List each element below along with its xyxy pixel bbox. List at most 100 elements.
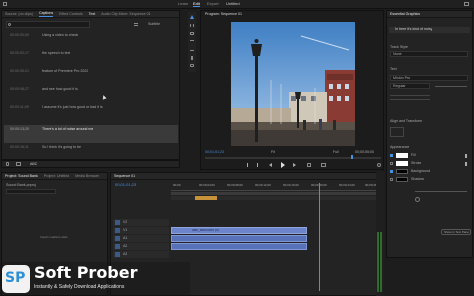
timeline-playhead[interactable] — [319, 183, 320, 291]
project-file-label: Sound Bank.prproj — [6, 183, 36, 187]
subtitle-track-strip[interactable] — [171, 196, 383, 200]
tab-source[interactable]: Source: (no clips) — [5, 12, 33, 16]
mark-in-icon[interactable] — [247, 163, 250, 167]
project-search-input[interactable] — [6, 189, 56, 194]
caption-row[interactable]: 00:00:11;09 I assume it's just how good … — [4, 103, 178, 123]
abc-button[interactable]: ABC — [30, 162, 37, 166]
caption-text[interactable]: I assume it's just how good or bad it is — [42, 105, 103, 109]
align-buttons[interactable] — [390, 95, 430, 100]
background-swatch[interactable] — [396, 169, 408, 174]
eyedropper-icon[interactable] — [465, 162, 467, 166]
watermark-logo-text: SP — [5, 270, 26, 286]
caption-icon[interactable] — [16, 162, 21, 166]
caption-text[interactable]: the speech to text — [42, 51, 70, 55]
timeline-timecode[interactable]: 00;01;01;23 — [115, 182, 136, 187]
tab-captions[interactable]: Captions — [38, 11, 54, 17]
tab-effect-controls[interactable]: Effect Controls — [59, 12, 83, 16]
caption-row[interactable]: 00:00:08;27 and see how good it is — [4, 85, 178, 103]
caption-text[interactable]: Using a video to check — [42, 33, 78, 37]
caption-row[interactable]: 00:00:02;17 the speech to text — [4, 49, 178, 67]
layer-row[interactable]: In here it's kind of noisy — [389, 27, 470, 33]
track-style-select[interactable]: None — [390, 51, 468, 57]
track-header-a1[interactable]: A1 — [113, 235, 169, 242]
lift-icon[interactable] — [307, 163, 311, 167]
caption-text[interactable]: So I think it's going to be — [42, 145, 81, 149]
caption-row[interactable]: 00:00:16;11 So I think it's going to be — [4, 143, 178, 159]
program-monitor-tab[interactable]: Program: Sequence 01 — [205, 12, 242, 16]
caption-text[interactable]: There's a lot of noise around me — [42, 127, 93, 131]
step-forward-icon[interactable] — [293, 163, 296, 167]
toggle-track-output-icon[interactable] — [115, 220, 120, 225]
angle-dial[interactable] — [415, 197, 420, 202]
quality-dropdown[interactable]: Full — [333, 150, 339, 154]
toggle-track-output-icon[interactable] — [115, 252, 120, 257]
shadow-swatch[interactable] — [396, 177, 408, 182]
background-checkbox[interactable] — [390, 170, 393, 173]
show-in-text-panel-button[interactable]: Show in Text Panel — [441, 229, 471, 235]
caption-row[interactable]: 00:00:05;21 feature of Premiere Pro 2022 — [4, 67, 178, 85]
track-header-v1[interactable]: V1 — [113, 227, 169, 234]
font-style-select[interactable]: Regular — [390, 83, 430, 89]
caption-row-selected[interactable]: 00:00:13;20 There's a lot of noise aroun… — [4, 125, 178, 143]
eyedropper-icon[interactable] — [465, 154, 467, 158]
shadow-checkbox[interactable] — [390, 178, 393, 181]
video-frame[interactable] — [231, 22, 355, 146]
caption-time: 00:00:05;21 — [10, 69, 29, 73]
ripple-edit-icon[interactable] — [190, 32, 194, 35]
settings-icon[interactable] — [377, 163, 381, 167]
track-header-a3[interactable]: A3 — [113, 251, 169, 258]
video-clip[interactable]: ABC_0002.MOV [V] — [171, 227, 307, 234]
filter-icon[interactable] — [134, 23, 138, 26]
tab-essential-graphics[interactable]: Essential Graphics — [390, 12, 420, 16]
home-icon[interactable] — [3, 2, 7, 6]
stroke-checkbox[interactable] — [390, 162, 393, 165]
tab-text[interactable]: Text — [89, 12, 96, 16]
window-icon[interactable] — [464, 2, 469, 6]
fit-dropdown[interactable]: Fit — [271, 150, 275, 154]
pen-icon[interactable] — [191, 56, 193, 60]
audio-clip[interactable] — [171, 235, 307, 242]
tab-sequence-01[interactable]: Sequence 01 — [114, 174, 135, 178]
slip-icon[interactable] — [190, 48, 194, 51]
selection-tool-icon[interactable] — [190, 15, 194, 19]
timeline-ruler[interactable]: 00;00 00;00;04;00 00;00;08;00 00;00;12;0… — [171, 183, 383, 191]
caption-text[interactable]: feature of Premiere Pro 2022 — [42, 69, 88, 73]
align-grid[interactable] — [390, 127, 404, 137]
toggle-track-output-icon[interactable] — [115, 236, 120, 241]
tab-project-sound-bank[interactable]: Project: Sound Bank — [5, 174, 38, 178]
fill-swatch[interactable] — [396, 153, 408, 158]
font-size-slider[interactable] — [435, 86, 467, 87]
playhead-marker[interactable] — [351, 155, 353, 159]
caption-search-input[interactable] — [6, 21, 90, 28]
caption-row[interactable]: 00:00:00;00 Using a video to check — [4, 31, 178, 49]
fill-checkbox[interactable] — [390, 154, 393, 157]
caption-text[interactable]: and see how good it is — [42, 87, 78, 91]
mic-icon[interactable] — [6, 162, 9, 166]
toggle-track-output-icon[interactable] — [115, 244, 120, 249]
caption-clip[interactable] — [195, 196, 217, 200]
play-icon[interactable] — [281, 162, 285, 168]
tab-audio-mixer[interactable]: Audio Clip Mixer: Sequence 01 — [101, 12, 150, 16]
program-timecode[interactable]: 00;01;01;23 — [205, 150, 224, 154]
track-header-a2[interactable]: A2 — [113, 243, 169, 250]
opacity-slider[interactable] — [415, 191, 467, 192]
export-frame-icon[interactable] — [321, 163, 326, 167]
track-select-icon[interactable] — [190, 24, 194, 27]
track-header-v2[interactable]: V2 — [113, 219, 169, 226]
tab-edit[interactable]: Edit — [193, 1, 200, 7]
hand-icon[interactable] — [190, 64, 194, 67]
tab-project-untitled[interactable]: Project: Untitled — [44, 174, 69, 178]
mark-out-icon[interactable] — [255, 163, 258, 167]
toggle-track-output-icon[interactable] — [115, 228, 120, 233]
razor-icon[interactable] — [190, 40, 194, 43]
monitor-scrubber[interactable] — [205, 157, 381, 159]
work-area-bar[interactable] — [171, 192, 383, 195]
font-select[interactable]: Minion Pro — [390, 75, 468, 81]
step-back-icon[interactable] — [269, 163, 272, 167]
ruler-tick: 00;00;16;00 — [283, 183, 299, 187]
tab-media-browser[interactable]: Media Browser — [75, 174, 99, 178]
stroke-swatch[interactable] — [396, 161, 408, 166]
tab-export[interactable]: Export — [207, 1, 219, 6]
tab-learn[interactable]: Learn — [178, 1, 188, 6]
audio-clip[interactable] — [171, 243, 307, 250]
